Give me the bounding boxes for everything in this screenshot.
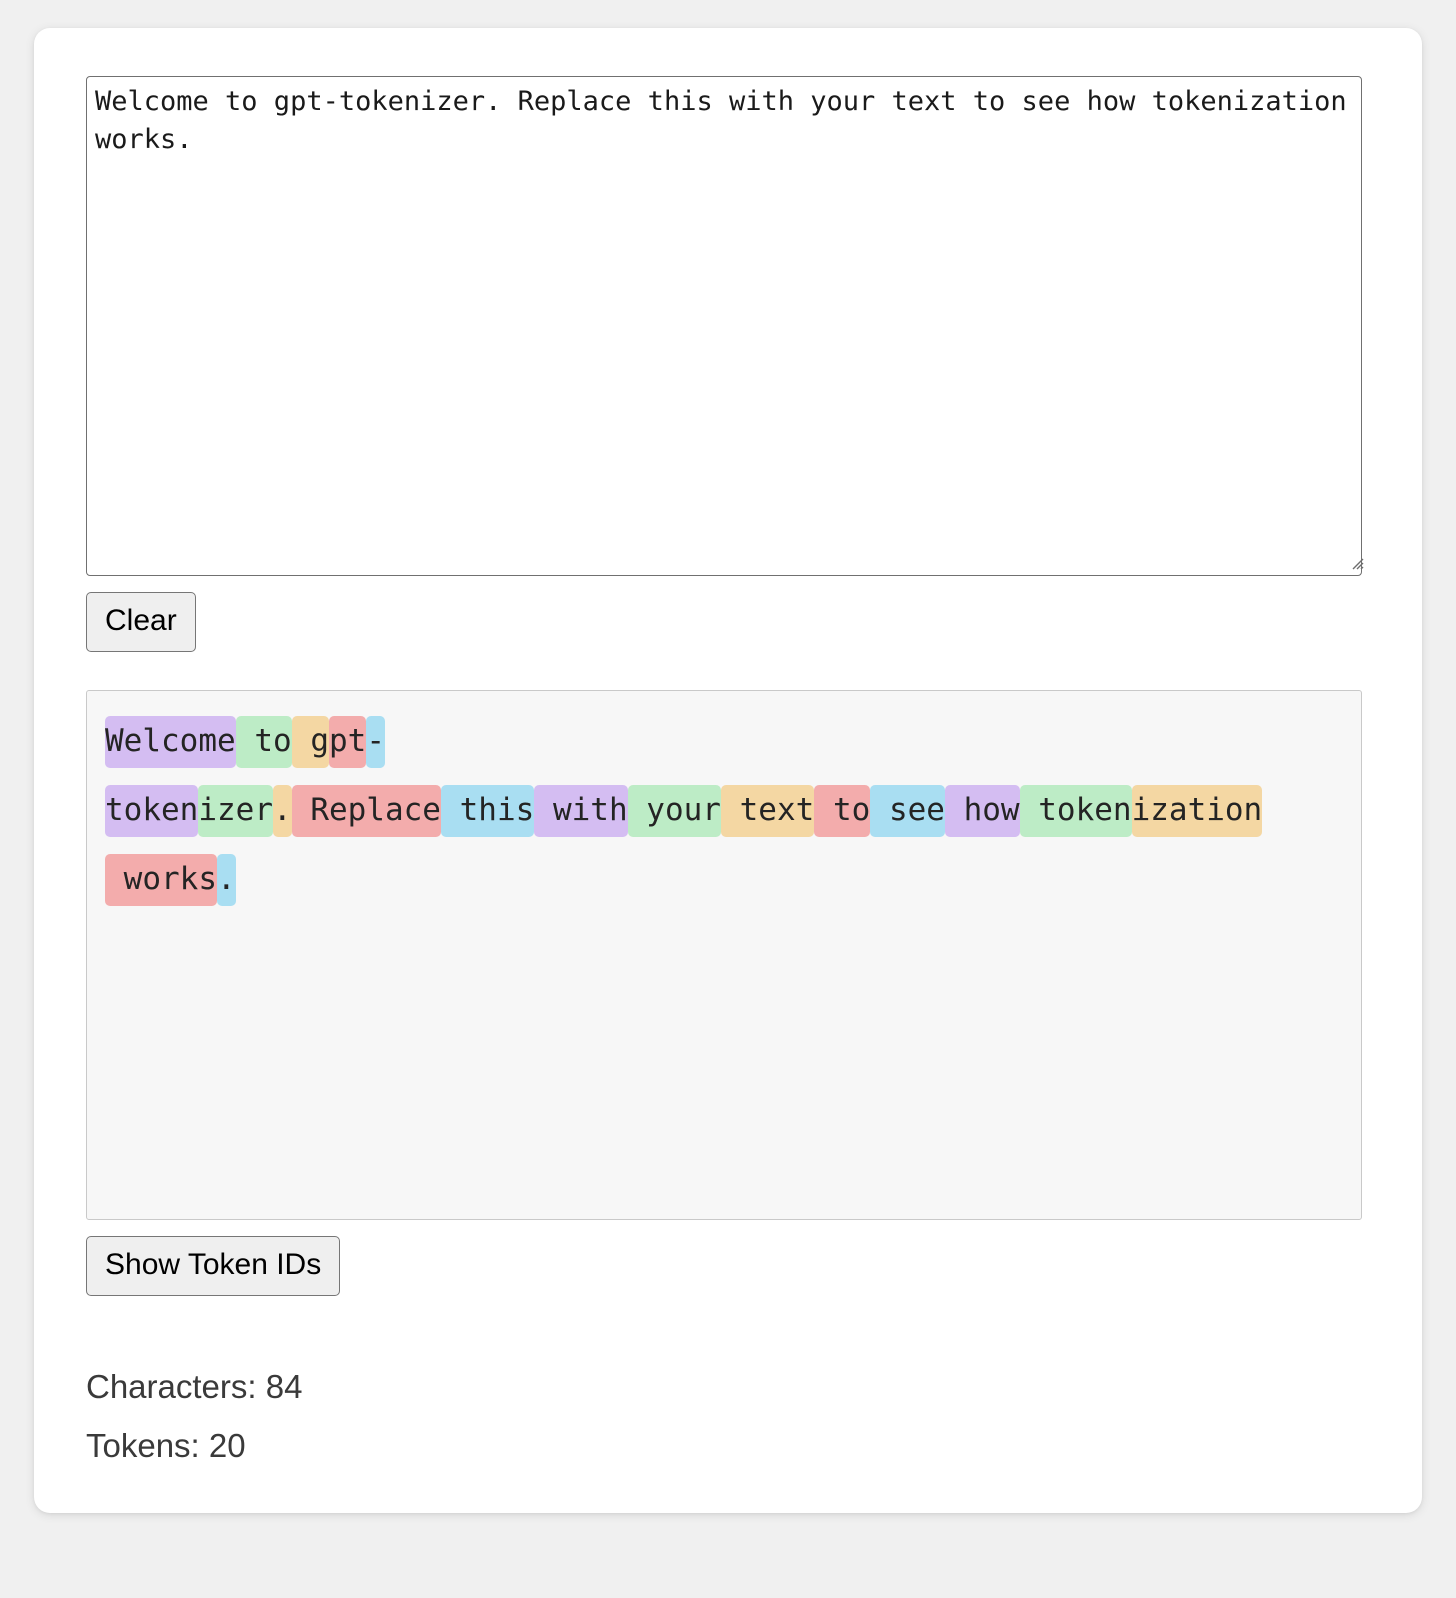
token-chip[interactable]: this [440, 784, 535, 837]
tokenizer-card: Clear Welcome to gpt-tokenizer. Replace … [34, 28, 1422, 1513]
token-output-container: Welcome to gpt-tokenizer. Replace this w… [86, 690, 1362, 1220]
text-input-container [86, 76, 1370, 576]
token-chip[interactable]: - [366, 716, 385, 768]
tokens-count-label: Tokens: 20 [86, 1426, 246, 1464]
token-chip[interactable]: g [291, 716, 329, 768]
token-chip[interactable]: works [105, 853, 217, 906]
token-chip[interactable]: to [235, 716, 292, 768]
token-chip[interactable]: how [944, 784, 1020, 837]
token-list: Welcome to gpt-tokenizer. Replace this w… [105, 707, 1343, 913]
token-chip[interactable]: text [720, 784, 815, 837]
token-chip[interactable]: to [814, 784, 871, 837]
token-chip[interactable]: token [1019, 784, 1132, 837]
token-chip[interactable]: your [627, 784, 721, 837]
stats-panel: Characters: 84 Tokens: 20 [86, 1358, 1370, 1475]
token-chip[interactable]: izer [198, 784, 273, 837]
clear-button[interactable]: Clear [86, 592, 196, 652]
characters-count-label: Characters: 84 [86, 1368, 303, 1405]
token-chip[interactable]: . [272, 784, 292, 837]
token-chip[interactable]: Welcome [105, 716, 236, 768]
token-chip[interactable]: ization [1131, 784, 1263, 837]
token-chip[interactable]: with [534, 784, 628, 837]
token-chip[interactable]: pt [328, 716, 367, 768]
token-chip[interactable]: see [870, 784, 945, 837]
token-chip[interactable]: . [216, 853, 236, 906]
text-input[interactable] [86, 76, 1362, 576]
token-chip[interactable]: token [105, 784, 199, 837]
page-root: Clear Welcome to gpt-tokenizer. Replace … [0, 0, 1456, 1598]
show-token-ids-button[interactable]: Show Token IDs [86, 1236, 341, 1296]
token-chip[interactable]: Replace [291, 784, 441, 837]
